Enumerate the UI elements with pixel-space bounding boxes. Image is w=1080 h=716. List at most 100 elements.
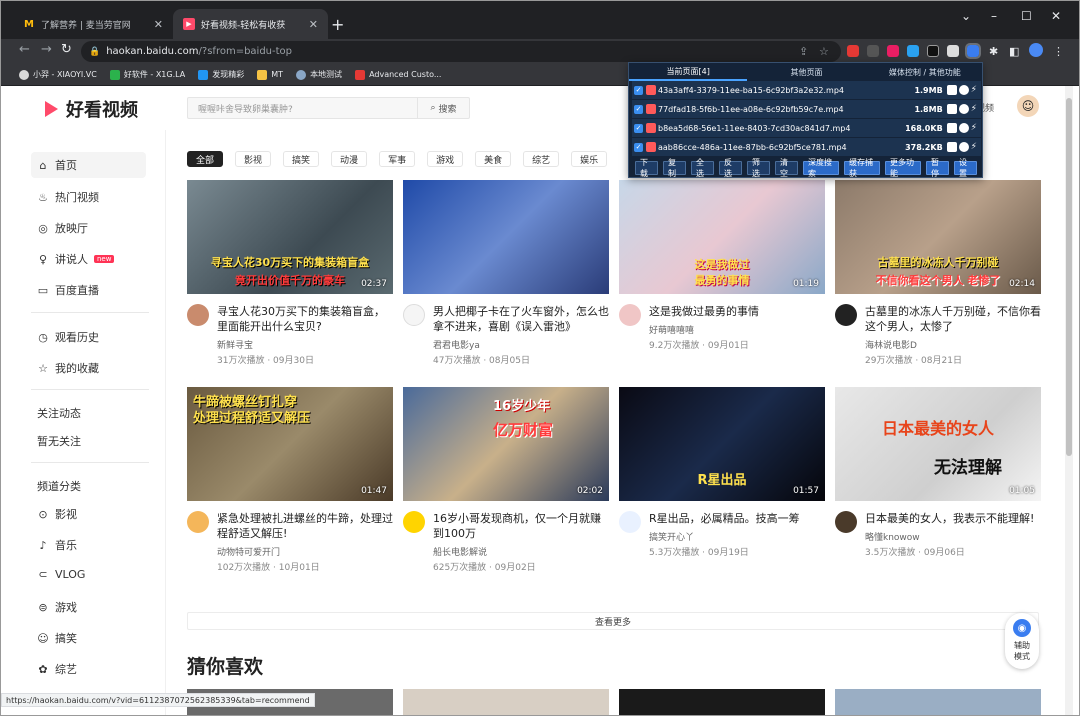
category-tab[interactable]: 搞笑 — [283, 151, 320, 167]
copy-icon[interactable] — [946, 123, 957, 133]
sidebar-item-live[interactable]: ▭ 百度直播 — [37, 282, 99, 298]
download-icon[interactable]: ⚡ — [971, 85, 977, 95]
author-avatar[interactable] — [619, 304, 641, 326]
category-tab[interactable]: 动漫 — [331, 151, 368, 167]
video-thumbnail[interactable] — [403, 180, 609, 294]
sidebar-item-funny[interactable]: ☺ 搞笑 — [37, 630, 77, 646]
author-avatar[interactable] — [835, 511, 857, 533]
new-tab-icon[interactable]: + — [331, 15, 344, 34]
sidebar-item-hot[interactable]: ♨ 热门视频 — [37, 189, 99, 205]
category-tab[interactable]: 综艺 — [523, 151, 560, 167]
search-box[interactable]: 喔喔咔舍导致卵巢囊肿? ⌕ 搜索 — [187, 97, 470, 119]
video-title[interactable]: 紧急处理被扎进螺丝的牛蹄，处理过程舒适又解压! — [217, 511, 393, 541]
share-icon[interactable]: ⇪ — [799, 45, 808, 58]
play-icon[interactable] — [958, 104, 969, 114]
category-tab[interactable]: 游戏 — [427, 151, 464, 167]
video-author[interactable]: 船长电影解说 — [433, 545, 487, 558]
author-avatar[interactable] — [187, 511, 209, 533]
checkbox-checked[interactable]: ✓ — [634, 104, 643, 114]
bookmark-star-icon[interactable]: ☆ — [819, 45, 829, 58]
video-title[interactable]: 这是我做过最勇的事情 — [649, 304, 825, 319]
clear-button[interactable]: 清空 — [775, 158, 798, 178]
menu-kebab-icon[interactable]: ⋮ — [1053, 45, 1064, 58]
sidebar-item-theater[interactable]: ◎ 放映厅 — [37, 220, 88, 236]
download-icon[interactable]: ⚡ — [971, 142, 977, 152]
scrollbar[interactable] — [1065, 86, 1073, 715]
sidebar-item-film[interactable]: ⊙ 影视 — [37, 506, 77, 522]
author-avatar[interactable] — [619, 511, 641, 533]
video-title[interactable]: 日本最美的女人，我表示不能理解! — [865, 511, 1041, 526]
extension-puzzle-grid-icon[interactable] — [947, 45, 959, 57]
category-tab[interactable]: 全部 — [187, 151, 224, 167]
sidebar-item-home[interactable]: ⌂ 首页 — [31, 152, 146, 178]
media-file-row[interactable]: ✓ b8ea5d68-56e1-11ee-8403-7cd30ac841d7.m… — [632, 119, 981, 137]
checkbox-checked[interactable]: ✓ — [634, 123, 643, 133]
search-input[interactable]: 喔喔咔舍导致卵巢囊肿? — [188, 102, 417, 115]
video-thumbnail[interactable]: 寻宝人花30万买下的集装箱盲盒 竟开出价值千万的豪车 02:37 — [187, 180, 393, 294]
author-avatar[interactable] — [403, 304, 425, 326]
extension-image-icon[interactable] — [867, 45, 879, 57]
extension-heart-icon[interactable] — [887, 45, 899, 57]
author-avatar[interactable] — [835, 304, 857, 326]
video-card[interactable]: 寻宝人花30万买下的集装箱盲盒 竟开出价值千万的豪车 02:37 寻宝人花30万… — [187, 180, 393, 366]
copy-button[interactable]: 复制 — [663, 158, 686, 178]
category-tab[interactable]: 军事 — [379, 151, 416, 167]
author-avatar[interactable] — [187, 304, 209, 326]
video-author[interactable]: 海林说电影D — [865, 338, 917, 351]
search-button[interactable]: ⌕ 搜索 — [417, 98, 469, 118]
reload-icon[interactable]: ↻ — [61, 42, 72, 57]
video-author[interactable]: 略懂knowow — [865, 530, 920, 543]
video-card[interactable]: 这是我做过 最勇的事情 01:19 这是我做过最勇的事情 好萌嘻嘻嘻 9.2万次… — [619, 180, 825, 351]
copy-icon[interactable] — [946, 104, 957, 114]
sidebar-item-games[interactable]: ⊜ 游戏 — [37, 599, 77, 615]
bookmark-item[interactable]: 好软件 - X1G.LA — [109, 69, 185, 80]
download-button[interactable]: 下载 — [635, 158, 658, 178]
checkbox-checked[interactable]: ✓ — [634, 142, 643, 152]
sidebar-item-music[interactable]: ♪ 音乐 — [37, 537, 77, 553]
video-thumbnail[interactable] — [619, 689, 825, 715]
close-tab-icon[interactable]: ✕ — [154, 18, 163, 31]
sidebar-item-favorites[interactable]: ☆ 我的收藏 — [37, 360, 99, 376]
tab-other-pages[interactable]: 其他页面 — [747, 63, 865, 81]
select-all-button[interactable]: 全选 — [691, 158, 714, 178]
sidebar-item-history[interactable]: ◷ 观看历史 — [37, 329, 99, 345]
video-thumbnail[interactable]: 日本最美的女人 无法理解 01:05 — [835, 387, 1041, 501]
settings-button[interactable]: 设置 — [954, 158, 977, 178]
extensions-puzzle-icon[interactable]: ✱ — [989, 45, 998, 58]
cache-capture-button[interactable]: 缓存捕获 — [844, 158, 880, 178]
extension-layers-icon[interactable] — [907, 45, 919, 57]
category-tab[interactable]: 美食 — [475, 151, 512, 167]
forward-icon[interactable]: → — [41, 42, 52, 57]
load-more-button[interactable]: 查看更多 — [187, 612, 1039, 630]
download-icon[interactable]: ⚡ — [971, 123, 977, 133]
extension-window-icon[interactable] — [927, 45, 939, 57]
video-card[interactable]: 古墓里的冰冻人千万别碰 不信你看这个男人 老惨了 02:14 古墓里的冰冻人千万… — [835, 180, 1041, 366]
tab-mcdonalds[interactable]: M 了解营养 | 麦当劳官网 ✕ — [13, 9, 173, 39]
scrollbar-thumb[interactable] — [1066, 98, 1072, 456]
video-thumbnail[interactable] — [835, 689, 1041, 715]
bookmark-item[interactable]: Advanced Custo... — [355, 69, 441, 80]
video-thumbnail[interactable]: 古墓里的冰冻人千万别碰 不信你看这个男人 老惨了 02:14 — [835, 180, 1041, 294]
video-card[interactable]: R星出品 01:57 R星出品，必属精品。技高一筹 搞笑开心丫 5.3万次播放 … — [619, 387, 825, 558]
video-title[interactable]: 寻宝人花30万买下的集装箱盲盒，里面能开出什么宝贝? — [217, 304, 393, 334]
video-thumbnail[interactable] — [403, 689, 609, 715]
copy-icon[interactable] — [946, 142, 957, 152]
media-file-row[interactable]: ✓ aab86cce-486a-11ee-87bb-6c92bf5ce781.m… — [632, 138, 981, 156]
address-bar[interactable]: 🔒 haokan.baidu.com /?sfrom=baidu-top — [81, 41, 841, 62]
video-title[interactable]: R星出品，必属精品。技高一筹 — [649, 511, 825, 526]
more-features-button[interactable]: 更多功能 — [885, 158, 921, 178]
sidebar-item-speaker[interactable]: ♀ 讲说人 new — [37, 251, 115, 267]
video-card[interactable]: 牛蹄被螺丝钉扎穿 处理过程舒适又解压 01:47 紧急处理被扎进螺丝的牛蹄，处理… — [187, 387, 393, 573]
play-icon[interactable] — [958, 85, 969, 95]
tab-current-page[interactable]: 当前页面[4] — [629, 63, 748, 81]
pause-button[interactable]: 暂停 — [926, 158, 949, 178]
video-author[interactable]: 好萌嘻嘻嘻 — [649, 323, 694, 336]
video-card[interactable]: 男人把椰子卡在了火车窗外，怎么也拿不进来，喜剧《误入雷池》 君君电影ya 47万… — [403, 180, 609, 366]
profile-avatar[interactable] — [1029, 43, 1043, 57]
video-card[interactable]: 16岁少年 亿万财富 02:02 16岁小哥发现商机，仅一个月就赚到100万 船… — [403, 387, 609, 573]
bookmark-item[interactable]: 发现精彩 — [198, 69, 244, 80]
tab-media-control[interactable]: 媒体控制 / 其他功能 — [866, 63, 984, 81]
media-file-row[interactable]: ✓ 43a3aff4-3379-11ee-ba15-6c92bf3a2e32.m… — [632, 81, 981, 99]
checkbox-checked[interactable]: ✓ — [634, 85, 643, 95]
back-icon[interactable]: ← — [19, 42, 30, 57]
